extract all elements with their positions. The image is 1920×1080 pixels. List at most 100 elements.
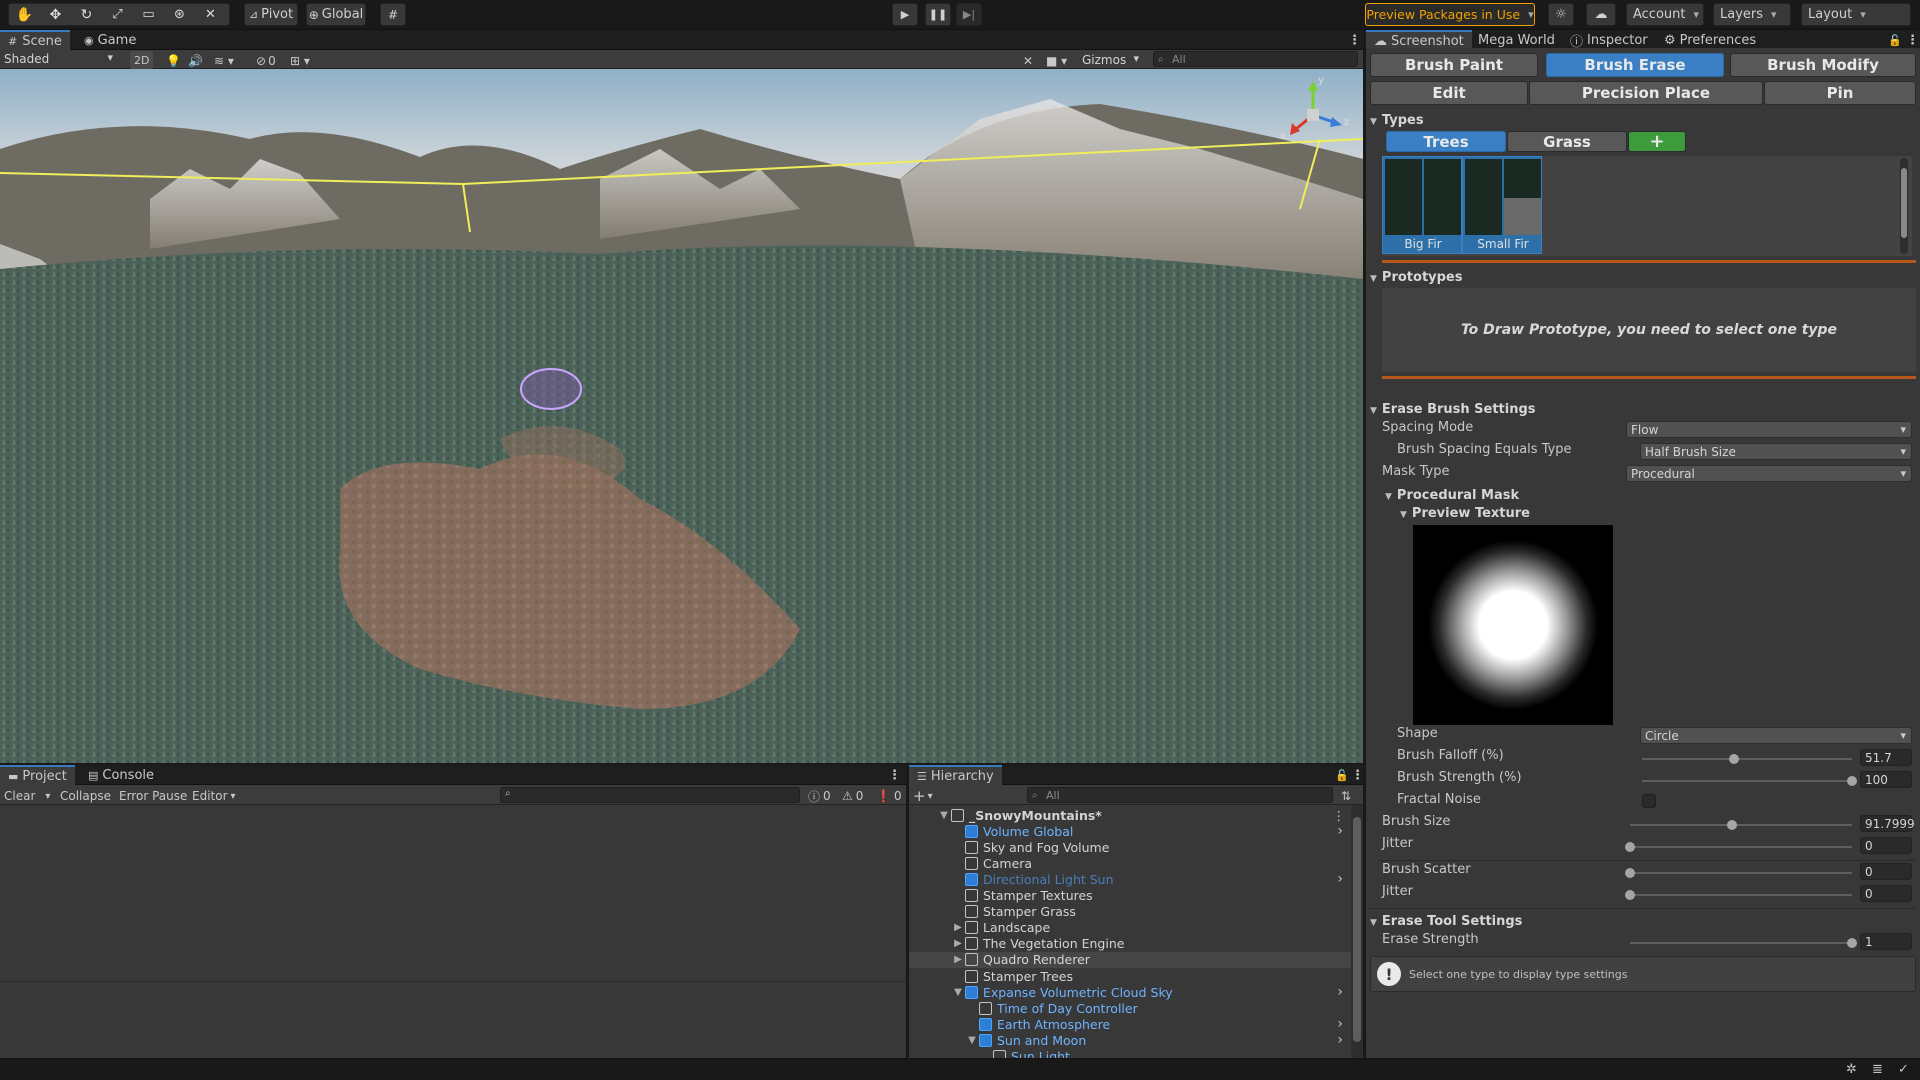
rect-tool-icon[interactable]: ▭ — [133, 4, 164, 25]
brush-scatter-knob[interactable] — [1625, 868, 1635, 878]
brush-size-knob[interactable] — [1727, 820, 1738, 830]
brush-scatter-slider[interactable] — [1625, 868, 1852, 878]
hidden-objects-toggle[interactable]: ⊘ 0 — [256, 52, 276, 70]
prefab-open-icon[interactable]: › — [1337, 871, 1343, 887]
pause-button[interactable]: ❚❚ — [925, 3, 951, 26]
custom-tool-icon[interactable]: ✕ — [195, 4, 226, 25]
hierarchy-scroll-thumb[interactable] — [1353, 817, 1361, 1042]
layers-status-icon[interactable]: ≣ — [1872, 1062, 1883, 1077]
hierarchy-item[interactable]: Volume Global › — [909, 823, 1351, 839]
brush-strength-field[interactable]: 100 — [1860, 771, 1912, 788]
move-tool-icon[interactable]: ✥ — [40, 4, 71, 25]
preview-packages-badge[interactable]: Preview Packages in Use — [1365, 3, 1535, 26]
inspector-menu-button[interactable]: ⋮ — [1898, 30, 1920, 50]
hierarchy-item[interactable]: ▶ Quadro Renderer — [909, 951, 1351, 968]
hierarchy-item[interactable]: Stamper Trees — [909, 968, 1351, 984]
hierarchy-item[interactable]: ▶ Landscape — [909, 920, 1351, 936]
precision-place-button[interactable]: Precision Place — [1529, 81, 1763, 105]
clear-button[interactable]: Clear ▾ — [4, 787, 50, 805]
scatter-jitter-knob[interactable] — [1625, 890, 1635, 900]
pin-button[interactable]: Pin — [1764, 81, 1916, 105]
tab-hierarchy[interactable]: ☰ Hierarchy — [909, 765, 1002, 785]
size-jitter-field[interactable]: 0 — [1860, 837, 1912, 854]
types-scroll-thumb[interactable] — [1901, 168, 1907, 238]
warning-count-toggle[interactable]: ⚠ 0 — [842, 787, 863, 805]
pivot-toggle[interactable]: ⊿ Pivot — [244, 3, 298, 26]
rotate-tool-icon[interactable]: ↻ — [71, 4, 102, 25]
collapse-button[interactable]: Collapse — [60, 787, 111, 805]
type-thumb-small-fir[interactable]: Small Fir — [1462, 156, 1542, 254]
brush-modify-button[interactable]: Brush Modify — [1730, 53, 1916, 77]
scene-inspector-splitter[interactable] — [1363, 30, 1366, 1058]
camera-dropdown-icon[interactable]: ■ ▾ — [1046, 52, 1067, 70]
mask-type-dropdown[interactable]: Procedural — [1626, 465, 1912, 482]
prefab-open-icon[interactable]: › — [1337, 1032, 1343, 1048]
prefab-open-icon[interactable]: › — [1337, 1016, 1343, 1032]
foldout-arrow-icon[interactable]: ▼ — [965, 1035, 979, 1046]
log-count-toggle[interactable]: ⓘ 0 — [808, 787, 831, 805]
brush-strength-slider[interactable] — [1642, 776, 1857, 786]
type-grass-button[interactable]: Grass — [1507, 131, 1627, 152]
gizmos-dropdown[interactable]: Gizmos — [1078, 51, 1144, 68]
preview-texture-header[interactable]: Preview Texture — [1400, 506, 1530, 521]
tab-console[interactable]: ▤ Console — [80, 765, 162, 785]
lighting-button[interactable]: ☼ — [1548, 3, 1574, 26]
brush-scatter-field[interactable]: 0 — [1860, 863, 1912, 880]
scene-menu-icon[interactable]: ⋮ — [1333, 808, 1346, 823]
size-jitter-slider[interactable] — [1625, 842, 1852, 852]
brush-paint-button[interactable]: Brush Paint — [1370, 53, 1538, 77]
brush-falloff-slider[interactable] — [1642, 754, 1852, 764]
console-divider[interactable] — [0, 981, 906, 982]
transform-tool-icon[interactable]: ⊛ — [164, 4, 195, 25]
console-log-area[interactable] — [0, 805, 906, 1058]
foldout-arrow-icon[interactable]: ▶ — [951, 922, 965, 933]
hierarchy-item[interactable]: Camera — [909, 855, 1351, 871]
account-dropdown[interactable]: Account — [1626, 3, 1704, 26]
orientation-gizmo[interactable]: y z x — [1280, 75, 1350, 149]
foldout-arrow-icon[interactable]: ▼ — [951, 987, 965, 998]
error-pause-button[interactable]: Error Pause — [119, 787, 187, 805]
editor-dropdown[interactable]: Editor ▾ — [192, 787, 236, 805]
play-button[interactable]: ▶ — [892, 3, 918, 26]
hierarchy-item[interactable]: Stamper Textures — [909, 888, 1351, 904]
erase-brush-header[interactable]: Erase Brush Settings — [1370, 402, 1536, 417]
brush-strength-knob[interactable] — [1847, 776, 1857, 786]
console-search-input[interactable]: ⌕ — [500, 787, 800, 803]
erase-strength-knob[interactable] — [1847, 938, 1857, 948]
types-header[interactable]: Types — [1370, 113, 1424, 128]
grid-toggle-icon[interactable]: ⊞ ▾ — [290, 52, 310, 70]
debug-icon[interactable]: ✲ — [1846, 1062, 1857, 1077]
toggle-2d-button[interactable]: 2D — [130, 51, 154, 69]
scene-viewport[interactable]: y z x — [0, 69, 1363, 763]
type-thumb-big-fir[interactable]: Big Fir — [1382, 156, 1462, 254]
hierarchy-item[interactable]: Stamper Grass — [909, 904, 1351, 920]
brush-falloff-field[interactable]: 51.7 — [1860, 749, 1912, 766]
scatter-jitter-slider[interactable] — [1625, 890, 1852, 900]
cloud-button[interactable]: ☁ — [1586, 3, 1616, 26]
tab-scene[interactable]: # Scene — [0, 30, 70, 50]
hierarchy-scene-root[interactable]: ▼ _SnowyMountains* ⋮ — [909, 807, 1351, 823]
size-jitter-knob[interactable] — [1625, 842, 1635, 852]
hierarchy-add-button[interactable]: + ▾ — [913, 787, 933, 805]
prefab-open-icon[interactable]: › — [1337, 823, 1343, 839]
scatter-jitter-field[interactable]: 0 — [1860, 885, 1912, 902]
layout-dropdown[interactable]: Layout — [1801, 3, 1911, 26]
foldout-arrow-icon[interactable]: ▶ — [951, 954, 965, 965]
brush-falloff-knob[interactable] — [1729, 754, 1740, 764]
step-button[interactable]: ▶| — [956, 3, 982, 26]
layers-dropdown[interactable]: Layers — [1713, 3, 1791, 26]
prototypes-header[interactable]: Prototypes — [1370, 270, 1463, 285]
tab-mega-world[interactable]: Mega World — [1470, 30, 1563, 50]
brush-size-field[interactable]: 91.7999 — [1860, 815, 1915, 832]
hierarchy-item[interactable]: ▼ Expanse Volumetric Cloud Sky › — [909, 984, 1351, 1000]
hierarchy-item[interactable]: Time of Day Controller — [909, 1000, 1351, 1016]
tab-game[interactable]: ◉ Game — [76, 30, 144, 50]
brush-erase-button[interactable]: Brush Erase — [1546, 53, 1724, 77]
console-menu-button[interactable]: ⋮ — [880, 765, 909, 785]
hierarchy-item[interactable]: Earth Atmosphere › — [909, 1016, 1351, 1032]
scale-tool-icon[interactable]: ⤢ — [102, 4, 133, 25]
grid-snap-button[interactable]: # — [380, 3, 406, 26]
error-count-toggle[interactable]: ❗ 0 — [876, 787, 902, 805]
type-trees-button[interactable]: Trees — [1386, 131, 1506, 152]
spacing-mode-dropdown[interactable]: Flow — [1626, 421, 1912, 438]
